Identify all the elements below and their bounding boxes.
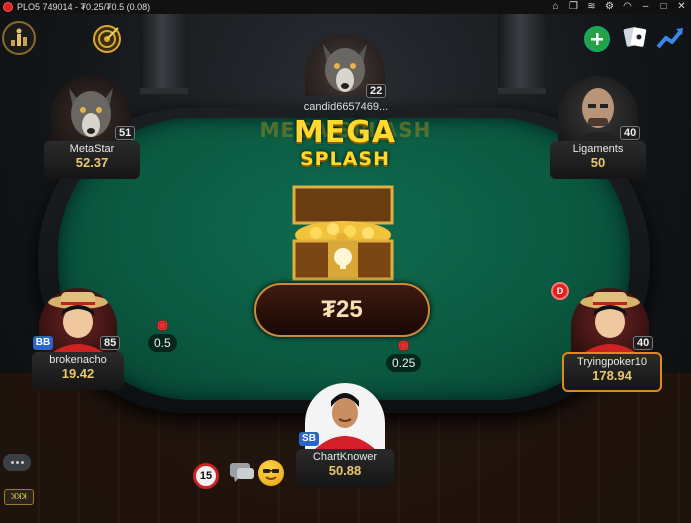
player-name: ChartKnower: [312, 451, 378, 463]
gear-icon[interactable]: ⚙: [604, 1, 615, 12]
dot: [15, 461, 19, 464]
nameplate: ChartKnower 50.88: [296, 449, 394, 487]
bet-amount: 0.5: [148, 334, 177, 352]
add-icon: [591, 33, 603, 45]
nameplate: Ligaments 50: [550, 141, 646, 179]
pillar-left: [140, 14, 188, 94]
player-stack: 50: [590, 155, 606, 170]
player-name: Tryingpoker10: [577, 356, 647, 368]
maximize-icon[interactable]: □: [658, 1, 669, 12]
nameplate: MetaStar 52.37: [44, 141, 140, 179]
cards-icon: [623, 27, 647, 47]
player-stack: 178.94: [592, 368, 632, 383]
prize-amount: ₮25: [254, 283, 430, 337]
chip-icon: [398, 340, 410, 351]
pillar-right: [498, 14, 546, 94]
treasure-chest-icon: [292, 185, 394, 281]
nameplate: brokenacho 19.42: [32, 352, 124, 390]
cards-button[interactable]: [620, 22, 650, 52]
player-name: candid6657469...: [303, 101, 389, 113]
title-bar-controls: ⌂ ❐ ≋ ⚙ ◠ – □ ✕: [550, 1, 687, 12]
lobby-trophy-icon: [11, 28, 27, 46]
mega-splash-line2: SPLASH: [299, 148, 390, 170]
player-name: MetaStar: [69, 143, 115, 155]
dot: [20, 461, 24, 464]
level-badge: 85: [100, 336, 121, 350]
copy-icon[interactable]: ❐: [568, 1, 579, 12]
timebank-button[interactable]: 15: [193, 463, 219, 489]
bet-amount: 0.25: [386, 354, 422, 372]
level-badge: 51: [115, 126, 136, 140]
player-stack: 52.37: [75, 155, 109, 170]
stats-icon: [656, 28, 683, 49]
dealer-button: D: [551, 282, 569, 300]
target-button[interactable]: [90, 22, 124, 56]
bet-hero: 0.25: [386, 340, 422, 372]
title-bar: PLO5 749014 - ₮0.25/₮0.5 (0.08) ⌂ ❐ ≋ ⚙ …: [0, 0, 691, 14]
chip-icon: [156, 320, 168, 331]
target-icon: [93, 25, 121, 53]
wifi-icon: ◠: [623, 0, 632, 12]
side-tag-button[interactable]: ꓘꓘꓘ: [4, 489, 34, 505]
position-badge: BB: [33, 336, 53, 350]
level-badge: 22: [366, 84, 387, 98]
minimize-icon[interactable]: –: [640, 1, 651, 12]
level-badge: 40: [620, 126, 641, 140]
position-badge: SB: [299, 432, 319, 446]
app-icon: [3, 2, 13, 12]
add-button[interactable]: [584, 26, 610, 52]
nameplate: Tryingpoker10 178.94: [562, 352, 662, 392]
home-icon[interactable]: ⌂: [550, 1, 561, 12]
window-title: PLO5 749014 - ₮0.25/₮0.5 (0.08): [17, 2, 151, 12]
player-stack: 19.42: [61, 366, 95, 381]
close-icon[interactable]: ✕: [676, 1, 687, 12]
stats-button[interactable]: [654, 22, 686, 54]
player-name: Ligaments: [572, 143, 624, 155]
mega-splash-title: MEGA SPLASH: [281, 115, 409, 171]
side-chat-button[interactable]: [3, 454, 31, 471]
emoji-icon[interactable]: [258, 460, 284, 486]
chat-icon[interactable]: [229, 462, 255, 484]
player-name: brokenacho: [49, 354, 107, 366]
dot: [10, 461, 14, 464]
bet-left: 0.5: [148, 320, 177, 352]
level-badge: 40: [633, 336, 654, 350]
player-stack: 50.88: [328, 463, 362, 478]
lobby-button[interactable]: [2, 21, 36, 55]
layers-icon[interactable]: ≋: [586, 1, 597, 12]
mega-splash-line1: MEGA: [293, 115, 397, 150]
